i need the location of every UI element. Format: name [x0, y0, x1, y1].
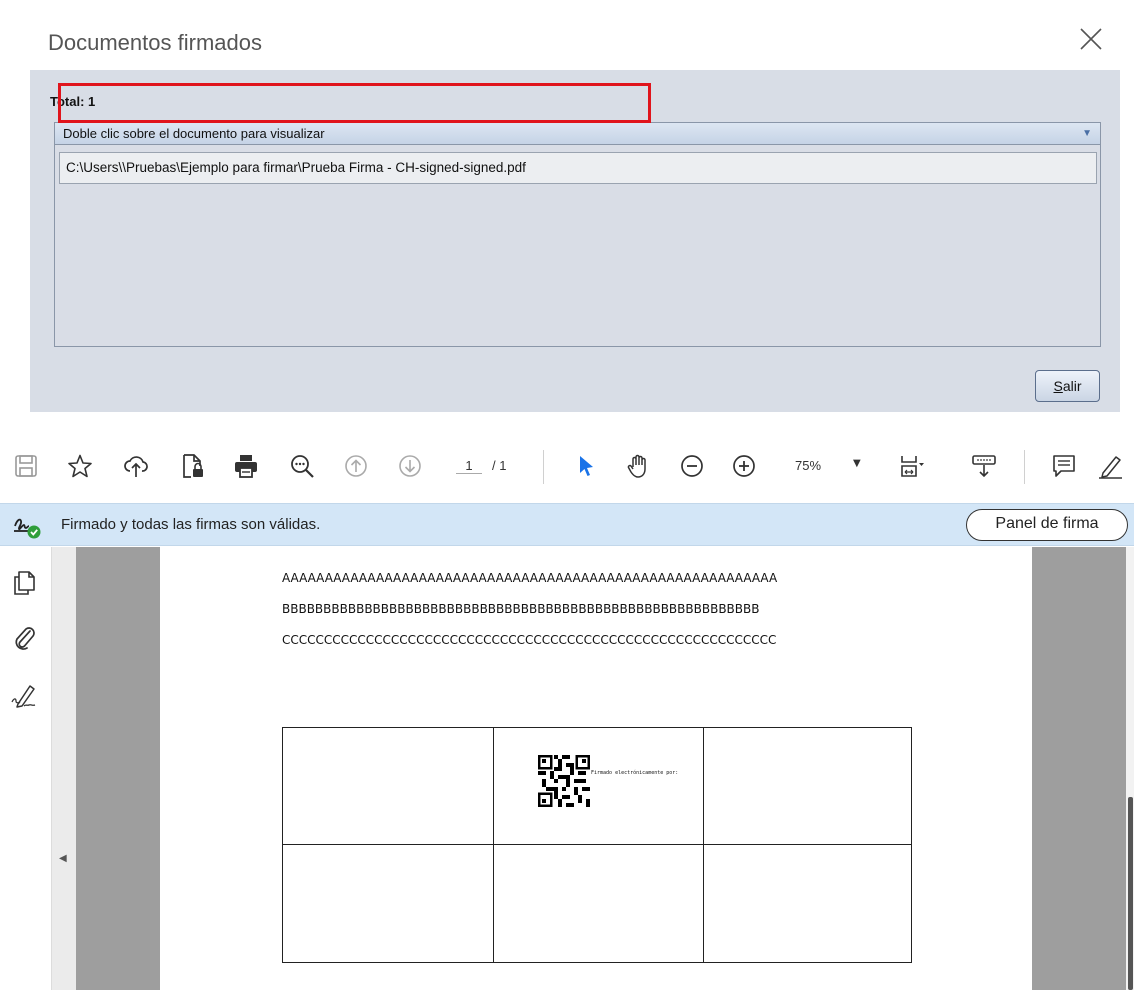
chevron-left-icon[interactable]: ◀: [59, 853, 67, 864]
signature-status-text: Firmado y todas las firmas son válidas.: [61, 516, 321, 533]
exit-button-mnemonic: S: [1053, 378, 1063, 394]
signature-status-bar: Firmado y todas las firmas son válidas. …: [0, 503, 1134, 546]
pages-icon[interactable]: [10, 569, 40, 599]
pdf-toolbar: 1 / 1 75% ▼: [0, 440, 1134, 496]
document-viewer: ◀ AAAAAAAAAAAAAAAAAAAAAAAAAAAAAAAAAAAAAA…: [52, 547, 1134, 990]
page-number-input[interactable]: 1: [456, 458, 482, 474]
page-text-line: AAAAAAAAAAAAAAAAAAAAAAAAAAAAAAAAAAAAAAAA…: [282, 571, 778, 585]
zoom-in-icon[interactable]: [728, 450, 760, 482]
table-divider: [283, 844, 911, 845]
page-total-label: / 1: [492, 458, 507, 473]
viewer-gutter: [52, 547, 76, 990]
signature-pen-icon[interactable]: [10, 682, 40, 712]
scrollbar-thumb[interactable]: [1128, 797, 1133, 990]
print-icon[interactable]: [230, 450, 262, 482]
star-icon[interactable]: [64, 450, 96, 482]
toolbar-divider: [543, 450, 544, 484]
dialog-title: Documentos firmados: [48, 30, 262, 55]
highlight-pen-icon[interactable]: [1094, 450, 1126, 482]
document-list-header[interactable]: Doble clic sobre el documento para visua…: [55, 123, 1100, 145]
close-icon[interactable]: [1078, 26, 1104, 52]
document-list-item[interactable]: C:\Users\\Pruebas\Ejemplo para firmar\Pr…: [59, 152, 1097, 184]
zoom-search-icon[interactable]: [286, 450, 318, 482]
table-divider: [493, 728, 494, 962]
signature-table: Firmado electrónicamente por:: [282, 727, 912, 963]
table-divider: [703, 728, 704, 962]
viewer-background-left: [76, 547, 160, 990]
select-arrow-icon[interactable]: [570, 450, 602, 482]
chevron-down-icon[interactable]: ▼: [1082, 123, 1092, 144]
protect-file-icon[interactable]: [176, 450, 208, 482]
scroll-mode-icon[interactable]: [968, 450, 1000, 482]
signature-valid-icon: [12, 512, 42, 540]
zoom-out-icon[interactable]: [676, 450, 708, 482]
qr-caption: Firmado electrónicamente por:: [591, 770, 679, 776]
page-text-line: BBBBBBBBBBBBBBBBBBBBBBBBBBBBBBBBBBBBBBBB…: [282, 602, 760, 616]
page-down-icon[interactable]: [394, 450, 426, 482]
qr-code-icon[interactable]: [538, 755, 590, 807]
exit-button[interactable]: Salir: [1035, 370, 1100, 402]
toolbar-divider: [1024, 450, 1025, 484]
comment-icon[interactable]: [1048, 450, 1080, 482]
document-list-panel: Doble clic sobre el documento para visua…: [54, 122, 1101, 347]
page-text-line: CCCCCCCCCCCCCCCCCCCCCCCCCCCCCCCCCCCCCCCC…: [282, 633, 777, 647]
signed-documents-dialog: Documentos firmados Total: 1 Doble clic …: [30, 0, 1120, 412]
upload-cloud-icon[interactable]: [120, 450, 152, 482]
page-up-icon[interactable]: [340, 450, 372, 482]
viewer-background-right: [1032, 547, 1126, 990]
pdf-page: AAAAAAAAAAAAAAAAAAAAAAAAAAAAAAAAAAAAAAAA…: [160, 547, 1032, 990]
exit-button-label: alir: [1062, 378, 1082, 394]
chevron-down-icon[interactable]: ▼: [853, 458, 861, 469]
total-count-label: Total: 1: [50, 94, 96, 109]
zoom-level[interactable]: 75%: [795, 458, 821, 473]
fit-page-icon[interactable]: [896, 450, 928, 482]
signature-panel-button[interactable]: Panel de firma: [966, 509, 1128, 541]
hand-icon[interactable]: [622, 450, 654, 482]
attachment-icon[interactable]: [10, 623, 40, 653]
document-list-header-label: Doble clic sobre el documento para visua…: [63, 126, 325, 141]
save-icon[interactable]: [10, 450, 42, 482]
dialog-body: Total: 1 Doble clic sobre el documento p…: [30, 70, 1120, 412]
left-rail: [0, 547, 52, 990]
